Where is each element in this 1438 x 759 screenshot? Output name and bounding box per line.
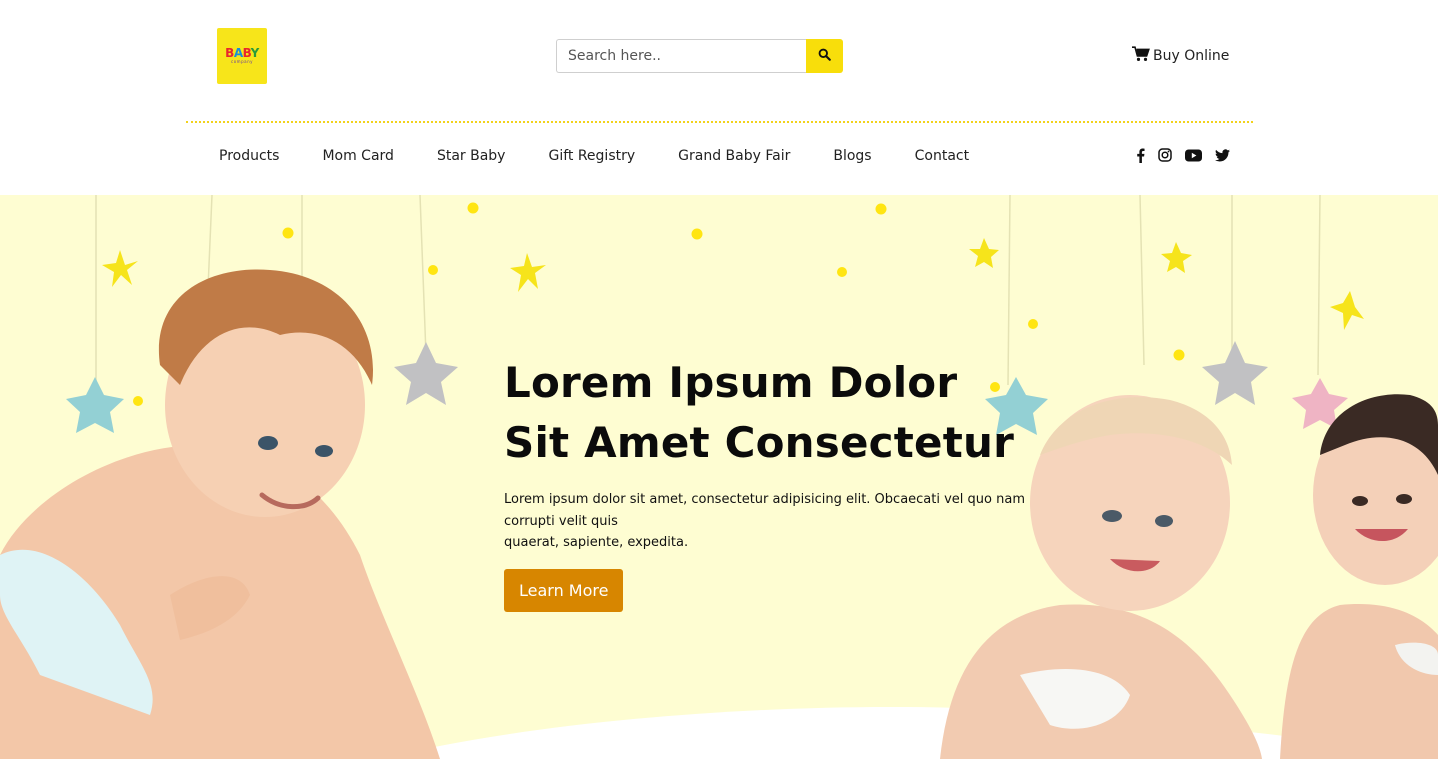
hero-banner: Lorem Ipsum Dolor Sit Amet Consectetur L… (0, 195, 1438, 759)
hero-content: Lorem Ipsum Dolor Sit Amet Consectetur L… (504, 353, 1044, 612)
baby-right-edge (1280, 394, 1438, 759)
cart-icon (1132, 46, 1150, 66)
hero-description: Lorem ipsum dolor sit amet, consectetur … (504, 489, 1044, 554)
search-icon (818, 48, 831, 64)
buy-online-label: Buy Online (1153, 48, 1230, 64)
facebook-icon[interactable] (1136, 147, 1145, 163)
hero-title-line1: Lorem Ipsum Dolor (504, 358, 958, 407)
logo-wordmark: BABY (225, 46, 259, 60)
instagram-icon[interactable] (1158, 148, 1172, 162)
nav-item-gift-registry[interactable]: Gift Registry (548, 148, 635, 164)
nav-item-products[interactable]: Products (219, 148, 279, 164)
nav-item-contact[interactable]: Contact (915, 148, 969, 164)
buy-online-link[interactable]: Buy Online (1132, 46, 1230, 66)
hero-title: Lorem Ipsum Dolor Sit Amet Consectetur (504, 353, 1044, 473)
brand-logo[interactable]: BABY company (217, 28, 267, 84)
header-divider (186, 121, 1253, 123)
nav-item-star-baby[interactable]: Star Baby (437, 148, 506, 164)
main-nav: Products Mom Card Star Baby Gift Registr… (219, 146, 1012, 166)
nav-item-grand-baby-fair[interactable]: Grand Baby Fair (678, 148, 790, 164)
search-bar (556, 39, 843, 73)
youtube-icon[interactable] (1185, 149, 1202, 162)
baby-left (0, 269, 440, 759)
search-input[interactable] (556, 39, 806, 73)
hero-description-line2: quaerat, sapiente, expedita. (504, 535, 689, 550)
social-links (1136, 146, 1230, 164)
hero-description-line1: Lorem ipsum dolor sit amet, consectetur … (504, 492, 1025, 529)
hero-title-line2: Sit Amet Consectetur (504, 418, 1015, 467)
site-header: BABY company Buy Online Products Mom Car… (0, 0, 1438, 195)
learn-more-button[interactable]: Learn More (504, 568, 624, 612)
logo-subtitle: company (231, 59, 253, 64)
search-button[interactable] (806, 39, 843, 73)
twitter-icon[interactable] (1215, 148, 1230, 162)
nav-item-mom-card[interactable]: Mom Card (322, 148, 393, 164)
nav-item-blogs[interactable]: Blogs (833, 148, 871, 164)
